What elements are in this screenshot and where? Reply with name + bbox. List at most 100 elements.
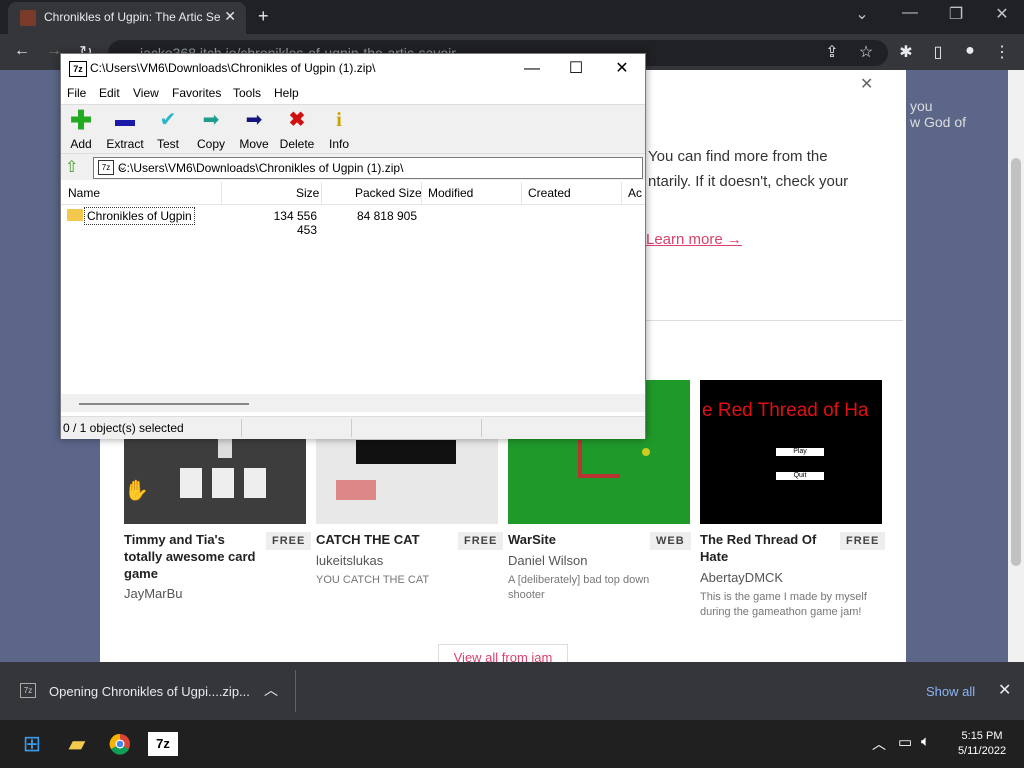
- right-art-text-1: you: [910, 98, 933, 114]
- volume-icon[interactable]: 🔈︎: [921, 733, 930, 750]
- profile-icon[interactable]: ●: [958, 42, 982, 60]
- col-attributes[interactable]: Ac: [628, 186, 642, 200]
- game-author[interactable]: JayMarBu: [124, 586, 183, 601]
- taskbar: ⊞ ▰ 7z ︿ ▭ 🔈︎ 5:15 PM 5/11/2022: [0, 720, 1024, 768]
- side-panel-icon[interactable]: ▯: [926, 42, 950, 62]
- show-all-link[interactable]: Show all: [926, 684, 975, 699]
- info-label: Info: [328, 137, 349, 151]
- chrome-icon[interactable]: [104, 728, 136, 760]
- delete-button[interactable]: ✖ Delete: [275, 109, 319, 151]
- move-label: Move: [239, 137, 269, 151]
- menu-file[interactable]: File: [67, 86, 86, 100]
- col-size[interactable]: Size: [296, 186, 319, 200]
- 7zip-titlebar[interactable]: 7z C:\Users\VM6\Downloads\Chronikles of …: [61, 54, 645, 84]
- tab-close-icon[interactable]: ✕: [224, 8, 236, 25]
- thumb-play-label: Play: [776, 448, 824, 456]
- horizontal-scrollbar[interactable]: [61, 394, 645, 412]
- status-text: 0 / 1 object(s) selected: [63, 421, 184, 435]
- delete-label: Delete: [279, 137, 315, 151]
- game-title[interactable]: The Red Thread Of Hate: [700, 531, 840, 565]
- 7zip-window: 7z C:\Users\VM6\Downloads\Chronikles of …: [60, 53, 646, 439]
- thumb-quit-label: Quit: [776, 472, 824, 480]
- tab-search-icon[interactable]: ⌄: [842, 4, 882, 24]
- file-explorer-icon[interactable]: ▰: [61, 728, 93, 760]
- network-icon[interactable]: ▭: [898, 733, 912, 751]
- folder-up-icon[interactable]: ⇧: [65, 157, 83, 176]
- game-title[interactable]: Timmy and Tia's totally awesome card gam…: [124, 531, 264, 582]
- archive-icon: 7z: [20, 683, 36, 698]
- game-title[interactable]: WarSite: [508, 531, 648, 548]
- window-close-icon[interactable]: ✕: [982, 4, 1022, 24]
- menu-view[interactable]: View: [133, 86, 159, 100]
- 7zip-taskbar-icon[interactable]: 7z: [148, 732, 178, 756]
- back-icon[interactable]: ←: [10, 42, 34, 60]
- clock-time: 5:15 PM: [961, 730, 1003, 742]
- folder-icon: [67, 209, 83, 221]
- game-author[interactable]: AbertayDMCK: [700, 570, 783, 585]
- add-button[interactable]: ✚ Add: [59, 107, 103, 151]
- 7zip-close-icon[interactable]: ✕: [599, 56, 645, 82]
- dialog-close-icon[interactable]: ✕: [860, 74, 873, 94]
- tab-title: Chronikles of Ugpin: The Artic Se: [44, 10, 221, 24]
- col-modified[interactable]: Modified: [428, 186, 473, 200]
- copy-button[interactable]: ➡ Copy: [189, 109, 233, 151]
- new-tab-icon[interactable]: +: [258, 6, 269, 27]
- price-badge: FREE: [840, 532, 886, 550]
- col-name[interactable]: Name: [68, 186, 100, 200]
- path-input[interactable]: 7z C:\Users\VM6\Downloads\Chronikles of …: [93, 157, 643, 179]
- file-list-header: Name Size Packed Size Modified Created A…: [61, 182, 645, 205]
- 7zip-toolbar: ✚ Add ▬ Extract ✔ Test ➡ Copy ➡ Move ✖ D…: [61, 104, 645, 154]
- file-name: Chronikles of Ugpin: [84, 207, 195, 225]
- 7zip-title: C:\Users\VM6\Downloads\Chronikles of Ugp…: [90, 61, 376, 75]
- move-button[interactable]: ➡ Move: [232, 109, 276, 151]
- view-all-button[interactable]: View all from jam: [438, 644, 568, 663]
- copy-arrow-icon: ➡: [202, 109, 220, 131]
- learn-more-link[interactable]: Learn more →: [646, 231, 742, 248]
- chevron-up-icon[interactable]: ︿: [264, 680, 278, 700]
- clock[interactable]: 5:15 PM 5/11/2022: [950, 729, 1014, 759]
- right-art-text-2: w God of: [910, 114, 967, 130]
- menu-kebab-icon[interactable]: ⋮: [990, 42, 1014, 62]
- game-author[interactable]: Daniel Wilson: [508, 553, 587, 568]
- minus-icon: ▬: [115, 109, 135, 131]
- download-item[interactable]: Opening Chronikles of Ugpi....zip...: [49, 684, 250, 699]
- check-icon: ✔: [159, 109, 177, 131]
- info-icon: i: [336, 109, 342, 131]
- windows-start-icon[interactable]: ⊞: [16, 728, 48, 760]
- test-label: Test: [156, 137, 179, 151]
- info-button[interactable]: i Info: [317, 109, 361, 151]
- menu-help[interactable]: Help: [274, 86, 299, 100]
- game-author[interactable]: lukeitslukas: [316, 553, 383, 568]
- share-icon[interactable]: ⇪: [820, 42, 844, 62]
- 7zip-maximize-icon[interactable]: ☐: [553, 56, 599, 82]
- bookmark-star-icon[interactable]: ☆: [854, 42, 878, 62]
- info-text-1: You can find more from the: [648, 148, 828, 165]
- menu-edit[interactable]: Edit: [99, 86, 120, 100]
- menu-tools[interactable]: Tools: [233, 86, 261, 100]
- page-right-art: you w God of: [906, 70, 1012, 662]
- 7zip-minimize-icon[interactable]: —: [509, 56, 555, 82]
- test-button[interactable]: ✔ Test: [146, 109, 190, 151]
- restore-icon[interactable]: ❐: [936, 4, 976, 24]
- game-description: This is the game I made by myself during…: [700, 591, 867, 618]
- game-description: A [deliberately] bad top down shooter: [508, 574, 650, 601]
- table-row[interactable]: Chronikles of Ugpin 134 556 453 84 818 9…: [61, 206, 645, 237]
- mouse-cursor-icon: ✋: [124, 480, 149, 502]
- 7zip-logo-icon: 7z: [69, 61, 87, 77]
- chevron-up-icon[interactable]: ︿: [872, 734, 886, 754]
- browser-tab[interactable]: Chronikles of Ugpin: The Artic Se ✕: [8, 2, 246, 34]
- chevron-down-icon[interactable]: ⌄: [118, 160, 638, 173]
- menu-favorites[interactable]: Favorites: [172, 86, 221, 100]
- minimize-icon[interactable]: —: [890, 4, 930, 22]
- col-packed-size[interactable]: Packed Size: [355, 186, 422, 200]
- game-title[interactable]: CATCH THE CAT: [316, 531, 456, 548]
- col-created[interactable]: Created: [528, 186, 571, 200]
- page-scrollbar-thumb[interactable]: [1011, 158, 1021, 566]
- extensions-icon[interactable]: ✱: [894, 42, 918, 62]
- game-thumbnail[interactable]: e Red Thread of Ha Play Quit: [700, 380, 882, 524]
- tab-favicon-icon: [20, 10, 36, 26]
- close-icon[interactable]: ✕: [998, 680, 1011, 700]
- extract-button[interactable]: ▬ Extract: [103, 109, 147, 151]
- scrollbar-thumb[interactable]: [79, 403, 249, 405]
- game-description: YOU CATCH THE CAT: [316, 574, 430, 586]
